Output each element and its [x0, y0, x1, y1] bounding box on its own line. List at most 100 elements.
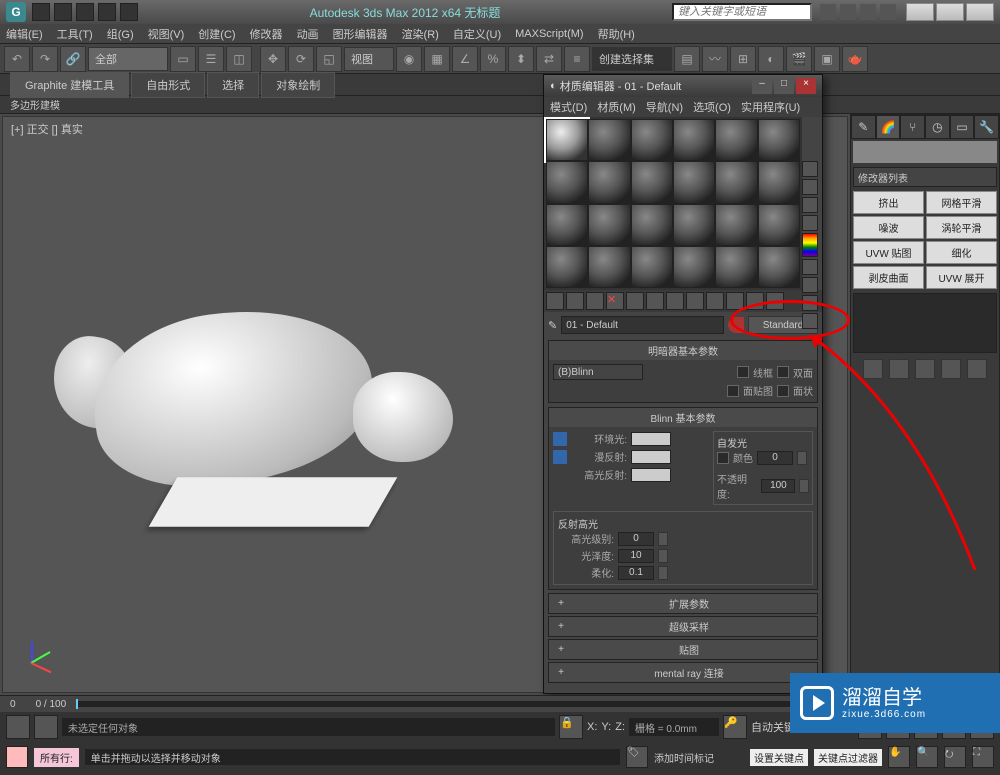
menu-animation[interactable]: 动画: [297, 26, 319, 42]
material-slot[interactable]: [588, 161, 630, 203]
pivot-icon[interactable]: ◉: [396, 46, 422, 72]
menu-modifiers[interactable]: 修改器: [250, 26, 283, 42]
material-slot[interactable]: [546, 161, 588, 203]
twosided-checkbox[interactable]: [777, 366, 789, 378]
mat-map-nav-icon[interactable]: [802, 313, 818, 329]
layer-icon[interactable]: ▤: [674, 46, 700, 72]
material-slot[interactable]: [715, 119, 757, 161]
wire-checkbox[interactable]: [737, 366, 749, 378]
shader-rollup-header[interactable]: 明暗器基本参数: [549, 341, 817, 360]
modifier-btn-meshsmooth[interactable]: 网格平滑: [926, 191, 997, 214]
show-end-result-icon[interactable]: [726, 292, 744, 310]
rollup-maps[interactable]: +贴图: [548, 639, 818, 660]
spec-level-spinner[interactable]: [658, 532, 668, 546]
mat-max-button[interactable]: □: [774, 78, 794, 94]
make-copy-icon[interactable]: [626, 292, 644, 310]
self-color-checkbox[interactable]: [717, 452, 729, 464]
keyfilter-button[interactable]: 关键点过滤器: [814, 749, 882, 766]
show-map-icon[interactable]: [706, 292, 724, 310]
go-parent-icon[interactable]: [746, 292, 764, 310]
material-slot[interactable]: [546, 204, 588, 246]
qat-save-icon[interactable]: [76, 3, 94, 21]
trackbar-toggle-icon[interactable]: [6, 715, 30, 739]
cmd-tab-motion-icon[interactable]: ◷: [925, 115, 950, 139]
uv-tile-icon[interactable]: [802, 215, 818, 231]
lock-diffuse-icon[interactable]: [553, 450, 567, 464]
lock-ambient-icon[interactable]: [553, 432, 567, 446]
qat-redo-icon[interactable]: [120, 3, 138, 21]
soften-value[interactable]: 0.1: [618, 566, 654, 580]
material-slot[interactable]: [758, 204, 800, 246]
diffuse-swatch[interactable]: [631, 450, 671, 464]
modifier-btn-turbosmooth[interactable]: 涡轮平滑: [926, 216, 997, 239]
menu-views[interactable]: 视图(V): [148, 26, 185, 42]
scale-icon[interactable]: ◱: [316, 46, 342, 72]
cmd-tab-utilities-icon[interactable]: 🔧: [974, 115, 999, 139]
menu-help[interactable]: 帮助(H): [598, 26, 635, 42]
spinner-snap-icon[interactable]: ⬍: [508, 46, 534, 72]
opacity-value[interactable]: 100: [761, 479, 795, 493]
named-selection-dropdown[interactable]: 创建选择集: [592, 47, 672, 71]
selection-lock-icon[interactable]: 🔒: [559, 715, 583, 739]
material-slot[interactable]: [673, 161, 715, 203]
mirror-icon[interactable]: ⇄: [536, 46, 562, 72]
remove-mod-icon[interactable]: [941, 359, 961, 379]
mat-id-icon[interactable]: [686, 292, 704, 310]
subscription-icon[interactable]: [840, 4, 856, 20]
select-region-icon[interactable]: ◫: [226, 46, 252, 72]
spec-level-value[interactable]: 0: [618, 532, 654, 546]
rotate-icon[interactable]: ⟳: [288, 46, 314, 72]
material-slot[interactable]: [631, 161, 673, 203]
make-unique-mat-icon[interactable]: [646, 292, 664, 310]
menu-maxscript[interactable]: MAXScript(M): [515, 28, 583, 40]
put-to-lib-icon[interactable]: [666, 292, 684, 310]
cmd-tab-hierarchy-icon[interactable]: ⑂: [900, 115, 925, 139]
menu-edit[interactable]: 编辑(E): [6, 26, 43, 42]
self-illum-value[interactable]: 0: [757, 451, 793, 465]
material-slot[interactable]: [588, 119, 630, 161]
close-button[interactable]: [966, 3, 994, 21]
coord-z[interactable]: Z:: [615, 721, 625, 733]
qat-undo-icon[interactable]: [98, 3, 116, 21]
cmd-tab-create-icon[interactable]: ✎: [851, 115, 876, 139]
ref-coord-dropdown[interactable]: 视图: [344, 47, 394, 71]
menu-create[interactable]: 创建(C): [198, 26, 235, 42]
material-slot[interactable]: [631, 119, 673, 161]
help-icon[interactable]: [880, 4, 896, 20]
menu-render[interactable]: 渲染(R): [402, 26, 439, 42]
help-search-input[interactable]: [672, 3, 812, 21]
material-slot[interactable]: [631, 246, 673, 288]
video-check-icon[interactable]: [802, 233, 818, 257]
mat-menu-mode[interactable]: 模式(D): [550, 99, 587, 115]
mat-min-button[interactable]: –: [752, 78, 772, 94]
modifier-btn-uvwunwrap[interactable]: UVW 展开: [926, 266, 997, 289]
selection-filter-dropdown[interactable]: 全部: [88, 47, 168, 71]
modifier-btn-extrude[interactable]: 挤出: [853, 191, 924, 214]
material-editor-icon[interactable]: ◐: [758, 46, 784, 72]
opacity-spinner[interactable]: [799, 479, 809, 493]
ribbon-tab-freeform[interactable]: 自由形式: [131, 72, 205, 98]
material-slot[interactable]: [588, 204, 630, 246]
reset-map-icon[interactable]: ✕: [606, 292, 624, 310]
nav-pan-icon[interactable]: ✋: [888, 746, 910, 768]
go-sibling-icon[interactable]: [766, 292, 784, 310]
viewport-label[interactable]: [+] 正交 [] 真实: [11, 121, 83, 137]
put-to-scene-icon[interactable]: [566, 292, 584, 310]
material-slot[interactable]: [546, 246, 588, 288]
material-slot[interactable]: [758, 161, 800, 203]
material-slot[interactable]: [588, 246, 630, 288]
self-illum-spinner[interactable]: [797, 451, 807, 465]
material-type-arrow[interactable]: [728, 317, 744, 333]
ribbon-tab-paint[interactable]: 对象绘制: [261, 72, 335, 98]
mat-menu-utilities[interactable]: 实用程序(U): [741, 99, 800, 115]
move-icon[interactable]: ✥: [260, 46, 286, 72]
modifier-btn-uvwmap[interactable]: UVW 贴图: [853, 241, 924, 264]
maximize-button[interactable]: [936, 3, 964, 21]
material-name-input[interactable]: [561, 316, 724, 334]
mat-menu-material[interactable]: 材质(M): [597, 99, 636, 115]
snap-icon[interactable]: ▦: [424, 46, 450, 72]
align-icon[interactable]: ≡: [564, 46, 590, 72]
configure-sets-icon[interactable]: [967, 359, 987, 379]
key-mode-icon[interactable]: 🔑: [723, 715, 747, 739]
time-tag-icon[interactable]: 🏷: [626, 746, 648, 768]
